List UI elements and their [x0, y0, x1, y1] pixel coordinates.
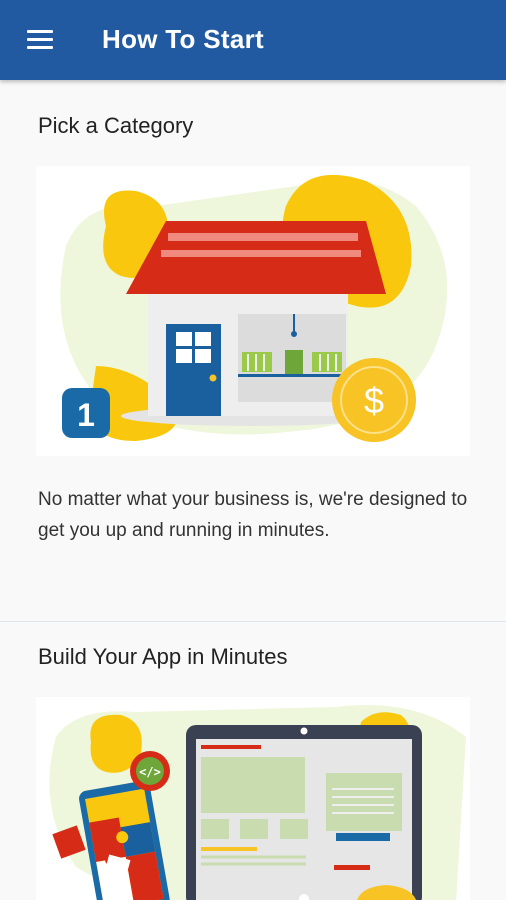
scroll-content[interactable]: Pick a Category 1 $ No matter what your …	[0, 80, 506, 900]
build-app-illustration: </>	[36, 697, 470, 900]
section-title: Build Your App in Minutes	[38, 644, 288, 669]
section-description: No matter what your business is, we're d…	[38, 489, 468, 541]
hamburger-menu-icon-bar	[27, 38, 53, 41]
section-build-app: Build Your App in Minutes </>	[0, 622, 506, 900]
laptop-phone-illustration: </>	[49, 705, 466, 900]
currency-symbol: $	[364, 380, 384, 421]
menu-button[interactable]	[14, 20, 66, 60]
hamburger-menu-icon-bar	[27, 46, 53, 49]
code-symbol: </>	[139, 765, 161, 779]
step-badge-label: 1	[77, 397, 95, 433]
page-title: How To Start	[102, 24, 264, 54]
hamburger-menu-icon	[27, 30, 53, 33]
section-title: Pick a Category	[38, 113, 194, 138]
app-bar: How To Start	[0, 0, 506, 80]
section-pick-category: Pick a Category 1 $ No matter what your …	[0, 80, 506, 621]
category-illustration: 1 $	[36, 166, 470, 456]
house-illustration: 1 $	[60, 174, 448, 442]
